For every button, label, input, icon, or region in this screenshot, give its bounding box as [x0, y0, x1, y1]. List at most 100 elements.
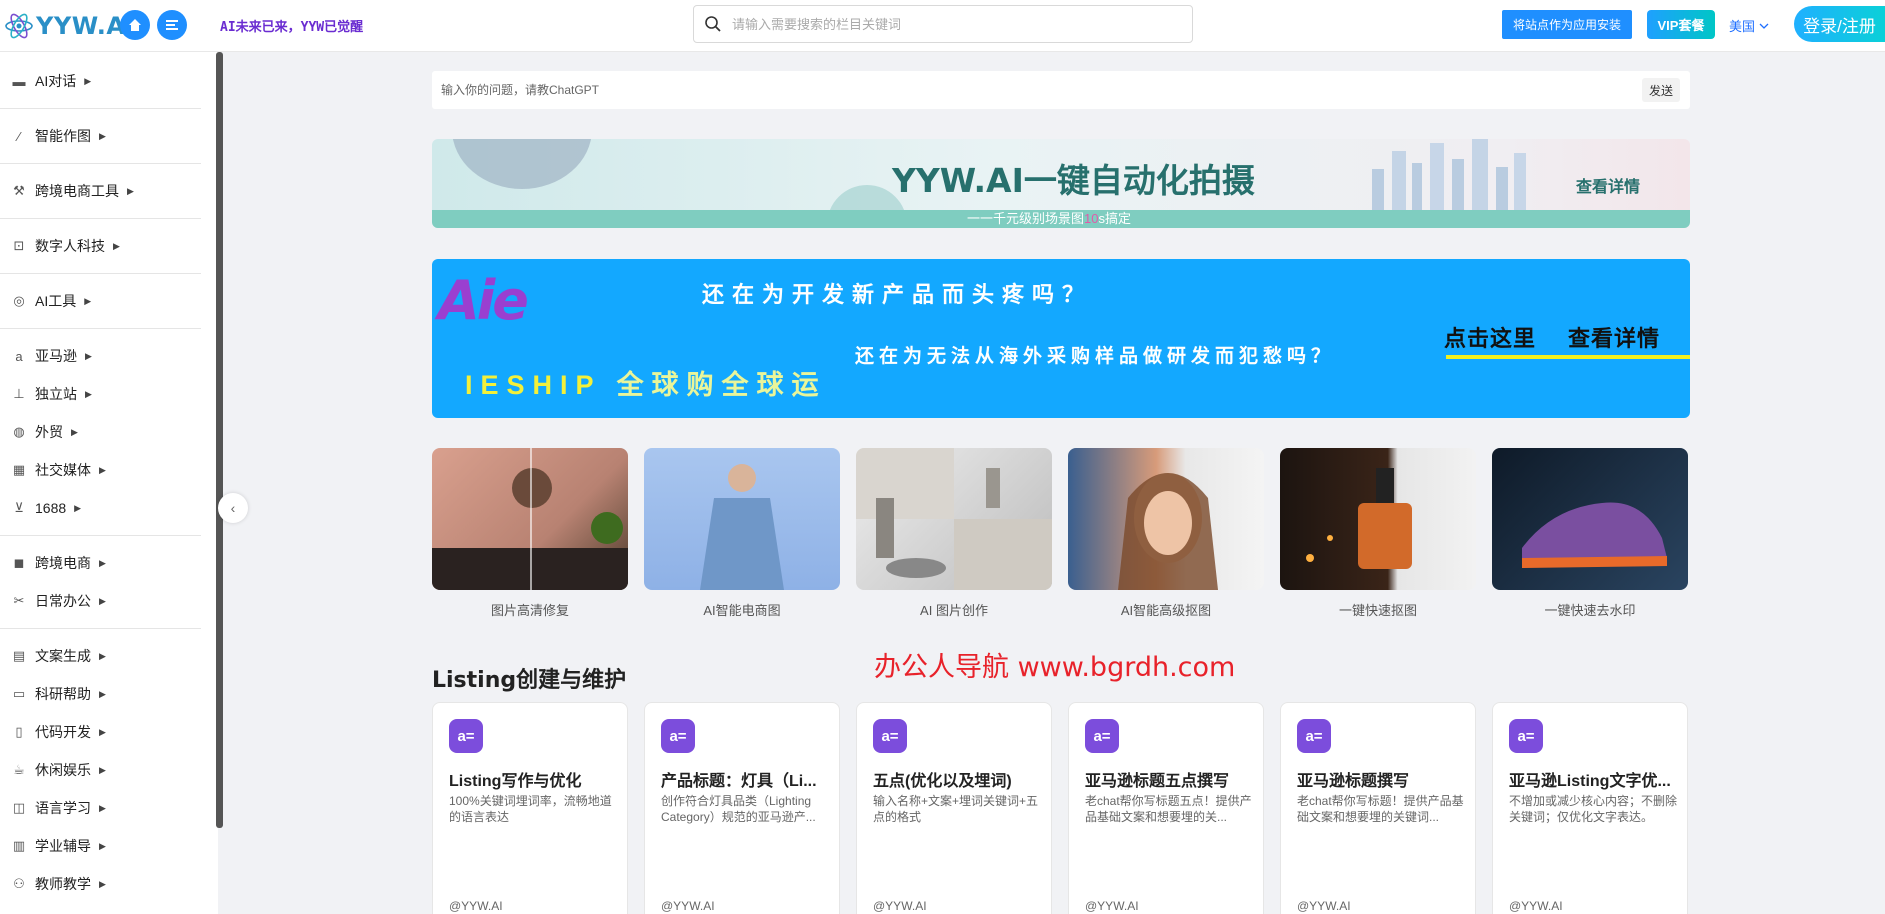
sidebar-item-daily-office[interactable]: ✂ 日常办公 ▶: [10, 589, 106, 613]
tool-card-description: 老chat帮你写标题！提供产品基础文案和想要埋的关键词...: [1297, 794, 1464, 824]
caret-right-icon: ▶: [99, 764, 106, 775]
sidebar-item-label: 休闲娱乐: [35, 762, 91, 778]
sidebar-divider: [0, 163, 201, 164]
sidebar-item-teaching[interactable]: ⚇ 教师教学 ▶: [10, 872, 106, 896]
sidebar-item-leisure[interactable]: ☕ 休闲娱乐 ▶: [10, 758, 106, 782]
sidebar-item-label: 亚马逊: [35, 348, 77, 364]
tool-card[interactable]: a= 亚马逊标题五点撰写 老chat帮你写标题五点！提供产品基础文案和想要埋的关…: [1068, 702, 1264, 914]
banner-question-1: 还在为开发新产品而头疼吗？: [702, 282, 1093, 307]
caret-right-icon: ▶: [113, 240, 120, 251]
login-button[interactable]: 登录/注册: [1794, 6, 1885, 42]
fashion-model-image: [700, 464, 784, 590]
chart-icon: ▥: [12, 838, 26, 853]
tool-card[interactable]: a= Listing写作与优化 100%关键词埋词率，流畅地道的语言表达 @YY…: [432, 702, 628, 914]
sidebar-item-tutoring[interactable]: ▥ 学业辅导 ▶: [10, 834, 106, 858]
image-tool-card-creation[interactable]: [856, 448, 1052, 590]
sidebar-item-digital-human[interactable]: ⊡ 数字人科技 ▶: [10, 234, 120, 258]
dashboard-icon: ▦: [12, 462, 26, 477]
sidebar-item-label: 1688: [35, 500, 67, 516]
sneaker-image: [1522, 502, 1667, 568]
chat-input[interactable]: [441, 83, 1591, 97]
scissors-icon: ✂: [13, 593, 25, 608]
target-icon: ◎: [13, 293, 25, 308]
banner-cta[interactable]: 点击这里 查看详情: [1444, 321, 1660, 353]
home-button[interactable]: [120, 10, 150, 40]
sidebar-item-label: 文案生成: [35, 648, 91, 664]
sidebar-item-amazon[interactable]: a 亚马逊 ▶: [10, 344, 92, 368]
caret-right-icon: ▶: [74, 502, 82, 513]
image-tool-card-restore[interactable]: [432, 448, 628, 590]
sidebar-item-ai-chat[interactable]: ▬ AI对话 ▶: [10, 69, 92, 93]
caret-right-icon: ▶: [99, 557, 106, 568]
install-app-button[interactable]: 将站点作为应用安装: [1502, 10, 1632, 39]
site-logo[interactable]: YYW.AI: [4, 8, 135, 44]
image-tool-card-quick-cutout[interactable]: [1280, 448, 1476, 590]
image-tool-card-watermark[interactable]: [1492, 448, 1688, 590]
image-tool-label[interactable]: AI智能高级抠图: [1068, 600, 1264, 619]
sidebar-item-code-dev[interactable]: ▯ 代码开发 ▶: [10, 720, 106, 744]
subtitle-suffix: s搞定: [1098, 211, 1131, 226]
image-tool-card-cutout[interactable]: [1068, 448, 1264, 590]
caret-right-icon: ▶: [127, 185, 134, 196]
tool-card-author: @YYW.AI: [1509, 899, 1563, 913]
sidebar-item-copywriting[interactable]: ▤ 文案生成 ▶: [10, 644, 106, 668]
caret-right-icon: ▶: [99, 840, 106, 851]
image-tool-label[interactable]: 一键快速抠图: [1280, 600, 1476, 619]
sidebar-item-research[interactable]: ▭ 科研帮助 ▶: [10, 682, 106, 706]
amazon-app-icon: a=: [1297, 719, 1331, 753]
sidebar-item-smart-drawing[interactable]: ⁄ 智能作图 ▶: [10, 124, 106, 148]
caret-right-icon: ▶: [99, 650, 106, 661]
region-selector[interactable]: 美国: [1729, 16, 1769, 35]
tool-card[interactable]: a= 亚马逊标题撰写 老chat帮你写标题！提供产品基础文案和想要埋的关键词..…: [1280, 702, 1476, 914]
cta-click-here[interactable]: 点击这里: [1444, 326, 1536, 351]
menu-icon: [166, 20, 178, 30]
menu-button[interactable]: [157, 10, 187, 40]
send-button[interactable]: 发送: [1642, 78, 1680, 102]
tool-card-title: 五点(优化以及埋词): [873, 773, 1012, 790]
image-tool-label[interactable]: 图片高清修复: [432, 600, 628, 619]
sidebar-divider: [0, 273, 201, 274]
sidebar-item-1688[interactable]: ⊻ 1688 ▶: [10, 496, 81, 520]
tool-card[interactable]: a= 亚马逊Listing文字优... 不增加或减少核心内容；不删除关键词；仅优…: [1492, 702, 1688, 914]
sidebar-item-ecommerce-tools[interactable]: ⚒ 跨境电商工具 ▶: [10, 179, 134, 203]
sidebar-item-label: 代码开发: [35, 724, 91, 740]
banner-more-link[interactable]: 查看详情: [1576, 173, 1640, 197]
auto-shoot-banner[interactable]: YYW.AI一键自动化拍摄 查看详情 一一千元级别场景图10s搞定: [432, 139, 1690, 228]
vip-button[interactable]: VIP套餐: [1647, 10, 1715, 39]
cta-view-details[interactable]: 查看详情: [1568, 326, 1660, 351]
home-icon: [129, 19, 141, 31]
tool-card[interactable]: a= 五点(优化以及埋词) 输入名称+文案+埋词关键词+五点的格式 @YYW.A…: [856, 702, 1052, 914]
sidebar-item-independent-site[interactable]: ⊥ 独立站 ▶: [10, 382, 92, 406]
sidebar-scrollbar[interactable]: [216, 52, 223, 828]
caret-right-icon: ▶: [99, 726, 106, 737]
sidebar-item-social-media[interactable]: ▦ 社交媒体 ▶: [10, 458, 106, 482]
search-input[interactable]: [732, 16, 1172, 32]
search-box[interactable]: [693, 5, 1193, 43]
sidebar-item-language[interactable]: ◫ 语言学习 ▶: [10, 796, 106, 820]
magic-wand-icon: ⁄: [17, 128, 21, 144]
sidebar-item-cross-border[interactable]: ◼ 跨境电商 ▶: [10, 551, 106, 575]
watermark-text: 办公人导航 www.bgrdh.com: [874, 652, 1236, 683]
sidebar-collapse-button[interactable]: ‹: [218, 493, 248, 523]
document-icon: ▤: [12, 648, 26, 663]
sidebar-item-label: 日常办公: [35, 593, 91, 609]
sidebar-item-foreign-trade[interactable]: ◍ 外贸 ▶: [10, 420, 78, 444]
image-tool-label[interactable]: 一键快速去水印: [1492, 600, 1688, 619]
sidebar-item-label: 跨境电商: [35, 555, 91, 571]
wrench-icon: ⚒: [13, 183, 25, 198]
ieship-banner[interactable]: Aie 还在为开发新产品而头疼吗？ 还在为无法从海外采购样品做研发而犯愁吗？ I…: [432, 259, 1690, 418]
image-tool-label[interactable]: AI智能电商图: [644, 600, 840, 619]
sitemap-icon: ⊥: [13, 386, 25, 401]
subtitle-prefix: 一一千元级别场景图: [967, 211, 1085, 226]
sidebar-item-ai-tools[interactable]: ◎ AI工具 ▶: [10, 289, 91, 313]
atom-logo-icon: [5, 13, 33, 39]
banner-subtitle: 一一千元级别场景图10s搞定: [967, 208, 1131, 227]
tool-card[interactable]: a= 产品标题：灯具（Li... 创作符合灯具品类（Lighting Categ…: [644, 702, 840, 914]
tool-card-author: @YYW.AI: [449, 899, 503, 913]
amazon-app-icon: a=: [1509, 719, 1543, 753]
image-tool-card-ecommerce[interactable]: [644, 448, 840, 590]
image-tool-label[interactable]: AI 图片创作: [856, 600, 1052, 619]
tool-card-author: @YYW.AI: [1085, 899, 1139, 913]
tool-card-author: @YYW.AI: [873, 899, 927, 913]
tool-card-title: Listing写作与优化: [449, 773, 582, 790]
